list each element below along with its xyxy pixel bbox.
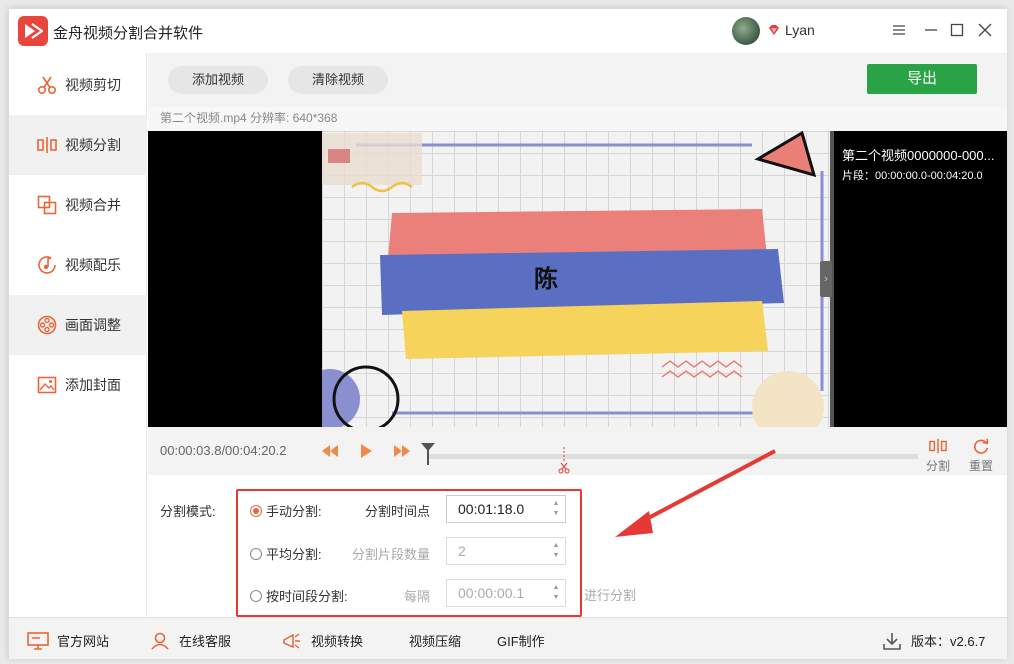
clear-video-button[interactable]: 清除视频: [288, 66, 389, 94]
split-tool-button[interactable]: 分割: [923, 437, 953, 474]
sidebar-item-label: 视频分割: [65, 137, 121, 153]
status-bar: 官方网站 在线客服 视频转换 视频压缩 GIF制作 版本：v2.6.7: [9, 617, 1007, 659]
video-frame: 陈: [322, 131, 830, 427]
sidebar-item-adjust[interactable]: 画面调整: [9, 295, 147, 355]
monitor-icon: [27, 631, 49, 650]
convert-link[interactable]: 视频转换: [281, 631, 363, 650]
app-logo-icon: [18, 16, 48, 46]
website-label: 官方网站: [57, 634, 110, 649]
scissors-icon: [37, 75, 57, 95]
version-label: 版本：v2.6.7: [911, 634, 986, 649]
sidebar-item-label: 画面调整: [65, 317, 121, 333]
menu-icon[interactable]: [889, 19, 909, 41]
website-link[interactable]: 官方网站: [27, 631, 109, 650]
app-window: 金舟视频分割合并软件 Lyan 视频剪切 视频分割 视频合并 视频配乐 画面调整…: [8, 8, 1007, 659]
avatar[interactable]: [732, 17, 760, 45]
sidebar: 视频剪切 视频分割 视频合并 视频配乐 画面调整 添加封面: [9, 53, 147, 617]
sidebar-item-cut[interactable]: 视频剪切: [9, 55, 147, 115]
username[interactable]: Lyan: [785, 22, 815, 38]
video-preview[interactable]: 陈: [148, 131, 830, 427]
merge-icon: [37, 195, 57, 215]
file-info: 第二个视频.mp4 分辨率: 640*368: [148, 107, 1007, 131]
highlight-box: [236, 489, 582, 617]
segment-range: 片段：00:00:00.0-00:04:20.0: [842, 170, 983, 182]
toolbar: 添加视频 清除视频 导出: [148, 53, 1007, 107]
perform-split-text: 进行分割: [584, 588, 637, 603]
reset-icon: [973, 438, 989, 454]
annotation-arrow-icon: [615, 449, 776, 537]
minimize-icon[interactable]: [921, 19, 941, 41]
segment-panel: › 第二个视频0000000-000... 片段：00:00:00.0-00:0…: [820, 131, 1007, 427]
split-icon: [37, 135, 57, 155]
sidebar-item-music[interactable]: 视频配乐: [9, 235, 147, 295]
image-icon: [37, 375, 57, 395]
add-video-button[interactable]: 添加视频: [168, 66, 269, 94]
reset-tool-button[interactable]: 重置: [966, 437, 996, 474]
support-label: 在线客服: [179, 634, 232, 649]
support-link[interactable]: 在线客服: [149, 631, 231, 650]
sidebar-item-split[interactable]: 视频分割: [9, 115, 147, 175]
reset-tool-label: 重置: [968, 459, 993, 473]
rewind-icon[interactable]: [320, 441, 340, 461]
collapse-chevron-icon[interactable]: ›: [820, 261, 832, 297]
megaphone-icon: [283, 632, 300, 649]
compress-link[interactable]: 视频压缩: [409, 631, 461, 650]
fast-forward-icon[interactable]: [392, 441, 412, 461]
music-icon: [37, 255, 57, 275]
play-icon[interactable]: [356, 441, 376, 461]
export-button[interactable]: 导出: [867, 64, 977, 94]
playhead-handle[interactable]: [420, 441, 436, 465]
version-info: 版本：v2.6.7: [881, 631, 985, 650]
timeline-bar: 00:00:03.8/00:04:20.2 分割 重置: [148, 427, 1007, 475]
split-tool-label: 分割: [925, 459, 950, 473]
sidebar-item-merge[interactable]: 视频合并: [9, 175, 147, 235]
segment-name: 第二个视频0000000-000...: [842, 148, 995, 163]
vip-diamond-icon: [769, 25, 779, 35]
split-mode-label: 分割模式:: [160, 504, 216, 519]
download-icon[interactable]: [881, 632, 903, 650]
app-title: 金舟视频分割合并软件: [53, 25, 204, 42]
title-bar: 金舟视频分割合并软件 Lyan: [9, 9, 1007, 53]
film-reel-icon: [37, 315, 57, 335]
gif-link[interactable]: GIF制作: [497, 631, 545, 650]
convert-label: 视频转换: [311, 634, 364, 649]
sidebar-item-label: 视频剪切: [65, 77, 121, 93]
maximize-icon[interactable]: [947, 19, 967, 41]
sidebar-item-label: 视频配乐: [65, 257, 121, 273]
sidebar-item-cover[interactable]: 添加封面: [9, 355, 147, 415]
timecode: 00:00:03.8/00:04:20.2: [160, 443, 287, 458]
video-overlay-text: 陈: [534, 265, 558, 293]
close-icon[interactable]: [975, 19, 995, 41]
split-settings: 分割模式: 手动分割: 分割时间点 00:01:18.0 ▲ ▼ 平均分割: 分割…: [148, 475, 1007, 617]
sidebar-item-label: 视频合并: [65, 197, 121, 213]
support-agent-icon: [151, 632, 169, 650]
sidebar-item-label: 添加封面: [65, 377, 121, 393]
split-icon: [929, 438, 947, 454]
split-marker-icon[interactable]: [558, 447, 570, 475]
